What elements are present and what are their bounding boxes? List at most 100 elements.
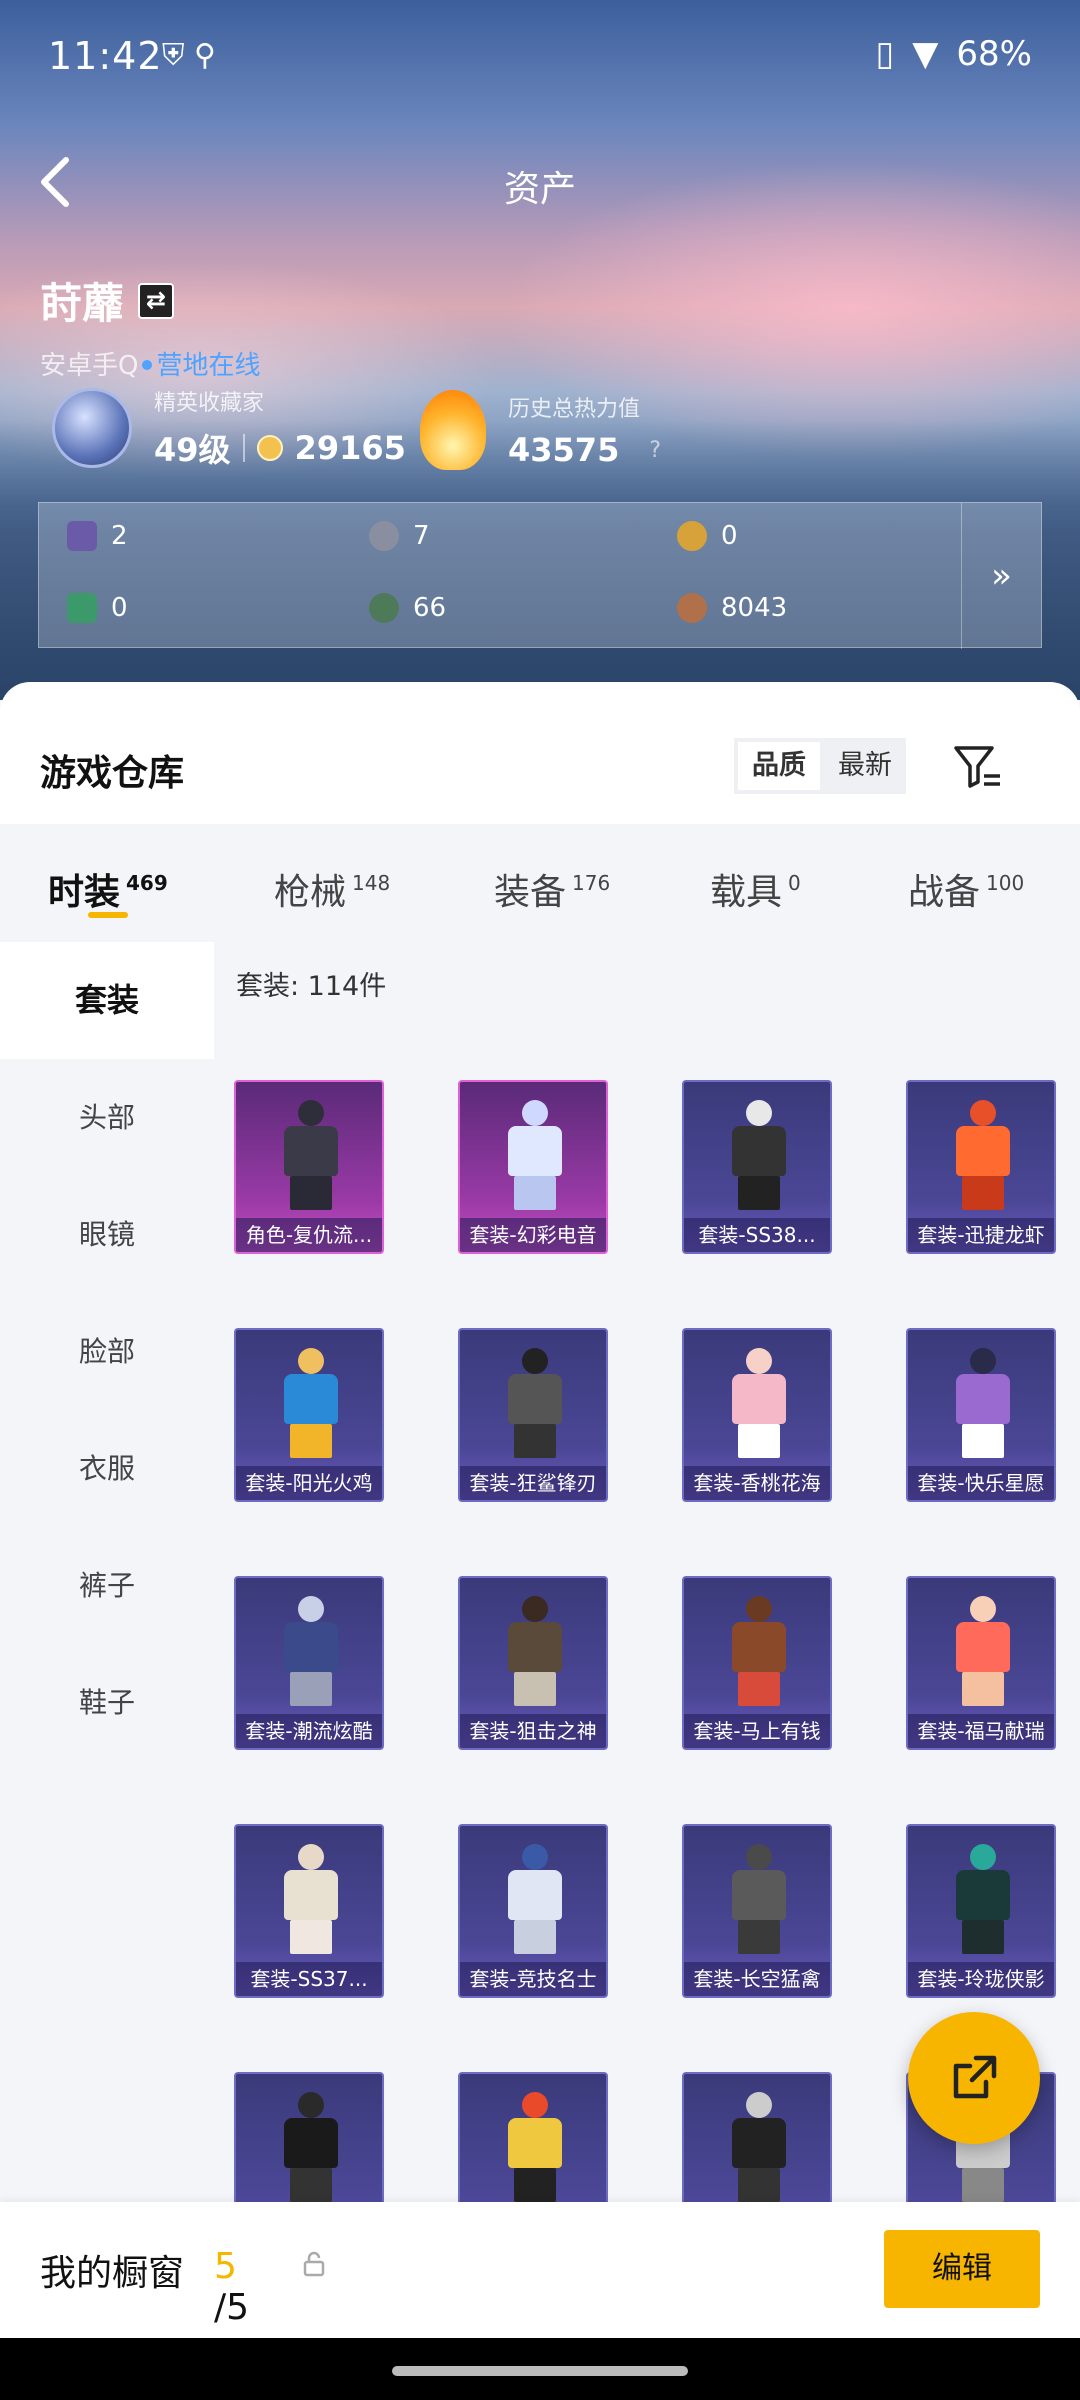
warehouse-title: 游戏仓库 [40, 753, 185, 794]
sidebar-item-pants[interactable]: 裤子 [0, 1527, 214, 1644]
item-card-label: 套装-潮流炫酷 [236, 1714, 382, 1748]
share-icon [953, 2055, 997, 2099]
sidebar-item-suit[interactable]: 套装 [0, 942, 214, 1059]
lock-icon [303, 2251, 325, 2277]
item-card[interactable]: 套装-潮流炫酷 [234, 1576, 384, 1750]
collector-badge-icon [52, 388, 132, 468]
item-card-label: 套装-幻彩电音 [460, 1218, 606, 1252]
sort-newest-button[interactable]: 最新 [824, 738, 906, 794]
outfit-thumbnail [714, 1348, 804, 1458]
online-status: 营地在线 [156, 351, 261, 381]
collector-level: 49级 [154, 431, 231, 469]
showcase-bar: 我的橱窗 5/5 编辑 [0, 2202, 1080, 2340]
tab-vehicles[interactable]: 载具 0 [710, 824, 801, 942]
item-count: 套装: 114件 [236, 971, 387, 1002]
switch-account-icon[interactable]: ⇄ [138, 282, 175, 319]
sidebar-item-head[interactable]: 头部 [0, 1059, 214, 1176]
expand-currencies-button[interactable]: » [961, 503, 1041, 649]
tab-supplies[interactable]: 战备 100 [908, 824, 1024, 942]
green-card-icon [67, 593, 97, 623]
outfit-thumbnail [266, 1348, 356, 1458]
outfit-thumbnail [490, 1844, 580, 1954]
help-icon[interactable]: ? [649, 438, 661, 463]
showcase-label: 我的橱窗 [40, 2253, 185, 2294]
sidebar-item-glasses[interactable]: 眼镜 [0, 1176, 214, 1293]
outfit-thumbnail [938, 1100, 1028, 1210]
heat-number: 43575 [508, 431, 620, 469]
outfit-thumbnail [266, 1844, 356, 1954]
tab-guns[interactable]: 枪械 148 [274, 824, 390, 942]
heat-value[interactable]: 历史总热力值 43575 ? [420, 390, 661, 470]
gold-emblem-icon [677, 521, 707, 551]
currency-item: 8043 [677, 593, 787, 623]
currency-item: 0 [67, 593, 128, 623]
outfit-thumbnail [714, 2092, 804, 2202]
category-tabs: 时装 469 枪械 148 装备 176 载具 0 战备 100 [0, 824, 1080, 942]
collector-title: 精英收藏家 [154, 391, 265, 416]
outfit-thumbnail [490, 1348, 580, 1458]
item-card-label: 套装-SS37... [236, 1962, 382, 1996]
item-card-label: 套装-香桃花海 [684, 1466, 830, 1500]
outfit-thumbnail [714, 1100, 804, 1210]
item-card[interactable]: 套装-SS37... [234, 1824, 384, 1998]
item-card-label: 套装-阳光火鸡 [236, 1466, 382, 1500]
item-card-label: 套装-狂鲨锋刃 [460, 1466, 606, 1500]
tab-fashion[interactable]: 时装 469 [48, 824, 168, 942]
outfit-thumbnail [714, 1844, 804, 1954]
home-gesture-bar[interactable] [392, 2366, 688, 2376]
sort-quality-button[interactable]: 品质 [738, 742, 820, 790]
shield-icon: ⛨ ⚲ [162, 38, 217, 73]
outfit-thumbnail [490, 1596, 580, 1706]
item-card-label: 套装-福马献瑞 [908, 1714, 1054, 1748]
sidebar-item-clothes[interactable]: 衣服 [0, 1410, 214, 1527]
token-icon [369, 521, 399, 551]
tab-equipment[interactable]: 装备 176 [494, 824, 610, 942]
online-dot-icon [142, 360, 153, 370]
item-card-label: 套装-长空猛禽 [684, 1962, 830, 1996]
filter-icon[interactable] [952, 742, 1004, 792]
currency-item: 0 [677, 521, 738, 551]
outfit-thumbnail [266, 1596, 356, 1706]
item-card[interactable]: 套装-SS38... [682, 1080, 832, 1254]
outfit-thumbnail [266, 1100, 356, 1210]
item-card-label: 套装-迅捷龙虾 [908, 1218, 1054, 1252]
green-orb-icon [369, 593, 399, 623]
item-card[interactable]: 套装-幻彩电音 [458, 1080, 608, 1254]
outfit-thumbnail [490, 1100, 580, 1210]
edit-button[interactable]: 编辑 [884, 2230, 1040, 2308]
item-card-label: 套装-狙击之神 [460, 1714, 606, 1748]
showcase-count: 5/5 [214, 2246, 250, 2328]
collector-honor[interactable]: 精英收藏家 49级 29165 [52, 385, 406, 471]
sidebar-item-face[interactable]: 脸部 [0, 1293, 214, 1410]
status-time: 11:42 [48, 34, 163, 78]
outfit-thumbnail [490, 2092, 580, 2202]
item-card[interactable]: 套装-狂鲨锋刃 [458, 1328, 608, 1502]
item-card[interactable]: 套装-迅捷龙虾 [906, 1080, 1056, 1254]
item-card[interactable]: 套装-长空猛禽 [682, 1824, 832, 1998]
item-card[interactable]: 套装-福马献瑞 [906, 1576, 1056, 1750]
item-card[interactable]: 套装-阳光火鸡 [234, 1328, 384, 1502]
item-card[interactable]: 角色-复仇流... [234, 1080, 384, 1254]
item-card-label: 套装-玲珑侠影 [908, 1962, 1054, 1996]
item-card[interactable]: 套装-马上有钱 [682, 1576, 832, 1750]
share-button[interactable] [908, 2012, 1040, 2144]
sidebar-item-shoes[interactable]: 鞋子 [0, 1644, 214, 1761]
bronze-coin-icon [677, 593, 707, 623]
item-card[interactable]: 套装-狙击之神 [458, 1576, 608, 1750]
active-tab-indicator [88, 912, 128, 918]
outfit-thumbnail [938, 1596, 1028, 1706]
item-card-label: 套装-马上有钱 [684, 1714, 830, 1748]
currency-item: 2 [67, 521, 128, 551]
item-card[interactable]: 套装-玲珑侠影 [906, 1824, 1056, 1998]
outfit-thumbnail [266, 2092, 356, 2202]
heat-label: 历史总热力值 [508, 397, 641, 422]
item-card[interactable]: 套装-竞技名士 [458, 1824, 608, 1998]
item-card-label: 套装-竞技名士 [460, 1962, 606, 1996]
collector-points: 29165 [294, 429, 406, 467]
item-card-label: 角色-复仇流... [236, 1218, 382, 1252]
item-card[interactable]: 套装-快乐星愿 [906, 1328, 1056, 1502]
sub-category-sidebar: 套装 头部 眼镜 脸部 衣服 裤子 鞋子 [0, 942, 214, 2202]
item-card[interactable]: 套装-香桃花海 [682, 1328, 832, 1502]
platform-label: 安卓手Q [40, 351, 139, 381]
card-icon [67, 521, 97, 551]
